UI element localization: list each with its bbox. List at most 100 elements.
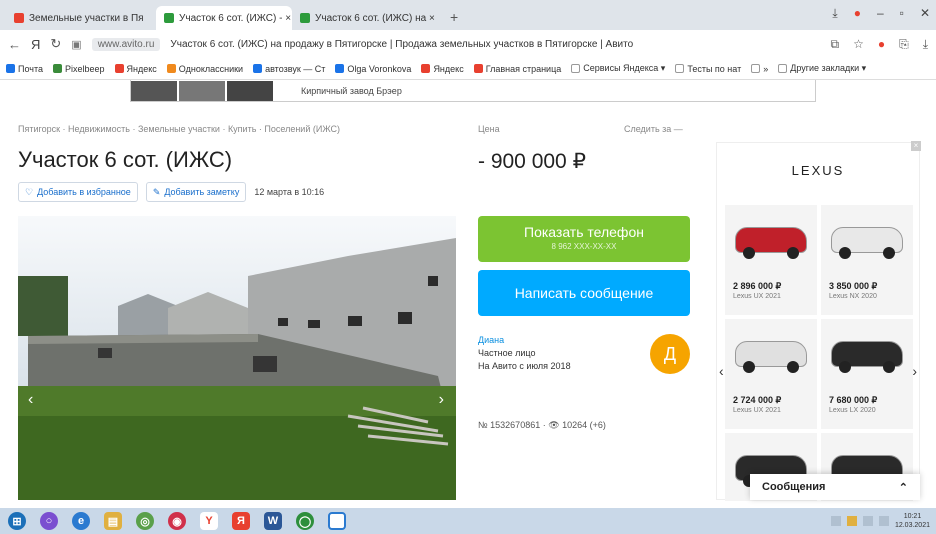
new-tab-button[interactable]: + bbox=[442, 9, 466, 30]
price-label: Цена bbox=[478, 124, 500, 134]
taskbar-app-icon[interactable]: e bbox=[72, 512, 90, 530]
bookmark-item[interactable]: Другие закладки ▾ bbox=[778, 63, 866, 74]
page-title-in-address-bar[interactable]: Участок 6 сот. (ИЖС) на продажу в Пятиго… bbox=[170, 39, 820, 50]
car-card[interactable]: 2 896 000 ₽ Lexus UX 2021 bbox=[725, 205, 817, 315]
minimize-button[interactable]: – bbox=[877, 6, 884, 21]
add-note-button[interactable]: ✎ Добавить заметку bbox=[145, 182, 247, 202]
tab-favicon-icon bbox=[14, 13, 24, 23]
seller-name[interactable]: Диана bbox=[478, 334, 571, 347]
avatar[interactable]: Д bbox=[650, 334, 690, 374]
close-window-button[interactable]: ✕ bbox=[920, 6, 930, 21]
volume-icon[interactable] bbox=[878, 516, 889, 526]
ad-close-icon[interactable]: × bbox=[911, 141, 921, 151]
address-bar-actions: ⧉ ☆ ● ⎘ ⤓ bbox=[830, 37, 928, 52]
translate-icon[interactable]: ⧉ bbox=[830, 37, 839, 52]
car-price: 2 896 000 ₽ bbox=[733, 281, 782, 291]
follow-price-link[interactable]: Следить за — bbox=[624, 124, 683, 134]
car-wheel bbox=[839, 247, 851, 259]
tray-icon[interactable] bbox=[830, 516, 841, 526]
download-arrow-icon[interactable]: ⤓ bbox=[923, 37, 928, 52]
tab-label: Участок 6 сот. (ИЖС) на × bbox=[315, 12, 435, 24]
address-bar: ← Я ↻ ▣ www.avito.ru Участок 6 сот. (ИЖС… bbox=[0, 30, 936, 58]
thumbnail-image bbox=[131, 80, 177, 101]
clock-date: 12.03.2021 bbox=[894, 522, 930, 529]
photo-illustration bbox=[18, 216, 456, 500]
taskbar-app-icon[interactable]: ◎ bbox=[136, 512, 154, 530]
bookmark-label: автозвук — Ст bbox=[265, 63, 326, 74]
bookmark-favicon-icon bbox=[473, 64, 483, 73]
bookmark-favicon-icon bbox=[778, 64, 788, 73]
alice-icon[interactable]: ● bbox=[854, 6, 861, 21]
taskbar-app-icon[interactable]: Я bbox=[232, 512, 250, 530]
heart-icon: ♡ bbox=[25, 186, 34, 197]
lexus-ad-banner[interactable]: × LEXUS ‹ › 2 896 000 ₽ Lexus UX 2021 3 85… bbox=[716, 141, 921, 501]
tray-icon[interactable] bbox=[846, 516, 857, 526]
bookmark-favicon-icon bbox=[675, 64, 685, 73]
listing-photo[interactable]: ‹ › bbox=[18, 216, 456, 500]
bookmark-item[interactable]: Тесты по нат bbox=[675, 64, 741, 74]
car-card[interactable]: 2 724 000 ₽ Lexus UX 2021 bbox=[725, 319, 817, 429]
taskbar-app-icon[interactable]: ◯ bbox=[296, 512, 314, 530]
tab-favicon-icon bbox=[164, 13, 174, 23]
bookmark-item[interactable]: Яндекс bbox=[114, 64, 157, 74]
seller-info: Диана Частное лицо На Авито с июля 2018 bbox=[478, 334, 571, 373]
lexus-logo: LEXUS bbox=[717, 163, 919, 178]
car-card[interactable]: 7 680 000 ₽ Lexus LX 2020 bbox=[821, 319, 913, 429]
bookmark-item[interactable]: Olga Voronkova bbox=[335, 64, 411, 74]
extension-icon[interactable]: ● bbox=[878, 37, 885, 52]
yandex-logo-icon[interactable]: Я bbox=[31, 37, 40, 52]
browser-tab-active[interactable]: Участок 6 сот. (ИЖС) - × bbox=[156, 6, 292, 30]
system-tray: 10:21 12.03.2021 bbox=[830, 512, 930, 530]
carousel-next-arrow-icon[interactable]: › bbox=[912, 363, 917, 379]
browser-tab[interactable]: Земельные участки в Пя bbox=[6, 6, 156, 30]
taskbar-yandex-icon[interactable]: Y bbox=[200, 512, 218, 530]
listing-date: 12 марта в 10:16 bbox=[254, 187, 325, 197]
maximize-button[interactable]: ▫ bbox=[900, 6, 904, 21]
bookmark-label: Другие закладки ▾ bbox=[790, 63, 867, 73]
tray-icon[interactable] bbox=[862, 516, 873, 526]
breadcrumb[interactable]: Пятигорск · Недвижимость · Земельные уча… bbox=[18, 124, 340, 134]
car-card[interactable]: 3 850 000 ₽ Lexus NX 2020 bbox=[821, 205, 913, 315]
bookmark-item[interactable]: Pixelbeep bbox=[53, 64, 105, 74]
bookmark-item[interactable]: » bbox=[751, 64, 768, 74]
car-model: Lexus UX 2021 bbox=[733, 293, 781, 300]
messages-widget[interactable]: Сообщения ⌃ bbox=[750, 474, 920, 500]
write-message-button[interactable]: Написать сообщение bbox=[478, 270, 690, 316]
bookmark-star-icon[interactable]: ☆ bbox=[853, 37, 864, 52]
taskbar-word-icon[interactable]: W bbox=[264, 512, 282, 530]
bookmark-label: Тесты по нат bbox=[687, 63, 742, 74]
taskbar-folder-icon[interactable]: ▤ bbox=[104, 512, 122, 530]
bookmark-label: Почта bbox=[18, 63, 43, 74]
browser-tab[interactable]: Участок 6 сот. (ИЖС) на × bbox=[292, 6, 442, 30]
bookmark-favicon-icon bbox=[571, 64, 581, 73]
save-page-icon[interactable]: ⎘ bbox=[899, 37, 909, 52]
photo-prev-arrow-icon[interactable]: ‹ bbox=[28, 391, 33, 409]
add-to-favorites-button[interactable]: ♡ Добавить в избранное bbox=[18, 182, 138, 202]
bookmark-item[interactable]: Яндекс bbox=[421, 64, 464, 74]
tab-label: Участок 6 сот. (ИЖС) - × bbox=[179, 12, 292, 24]
photo-next-arrow-icon[interactable]: › bbox=[439, 391, 444, 409]
clock[interactable]: 10:21 12.03.2021 bbox=[895, 512, 930, 530]
bookmark-favicon-icon bbox=[53, 64, 62, 73]
back-arrow-icon[interactable]: ← bbox=[8, 37, 21, 52]
taskbar-app-icon[interactable]: ◉ bbox=[168, 512, 186, 530]
reload-icon[interactable]: ↻ bbox=[50, 36, 61, 52]
price-value: - 900 000 ₽ bbox=[478, 150, 586, 173]
taskbar-app-icon[interactable]: ○ bbox=[40, 512, 58, 530]
taskbar-app-icon[interactable] bbox=[328, 512, 346, 530]
chevron-up-icon[interactable]: ⌃ bbox=[899, 481, 908, 494]
bookmark-item[interactable]: Почта bbox=[6, 64, 43, 74]
downloads-icon[interactable]: ⤓ bbox=[832, 6, 837, 21]
bookmark-item[interactable]: Одноклассники bbox=[166, 64, 243, 74]
start-button-icon[interactable]: ⊞ bbox=[8, 512, 26, 530]
bookmark-item[interactable]: автозвук — Ст bbox=[253, 64, 325, 74]
lexus-brand: LEXUS bbox=[791, 163, 845, 178]
bookmark-item[interactable]: Сервисы Яндекса ▾ bbox=[571, 63, 665, 74]
car-model: Lexus LX 2020 bbox=[829, 407, 876, 414]
show-phone-button[interactable]: Показать телефон 8 962 XXX-XX-XX bbox=[478, 216, 690, 262]
bookmark-item[interactable]: Главная страница bbox=[473, 64, 561, 74]
page-title: Участок 6 сот. (ИЖС) bbox=[18, 147, 233, 172]
omnibox-suggestion[interactable]: Кирпичный завод Брэер bbox=[130, 80, 816, 102]
carousel-prev-arrow-icon[interactable]: ‹ bbox=[719, 363, 724, 379]
url-domain[interactable]: www.avito.ru bbox=[91, 37, 161, 51]
